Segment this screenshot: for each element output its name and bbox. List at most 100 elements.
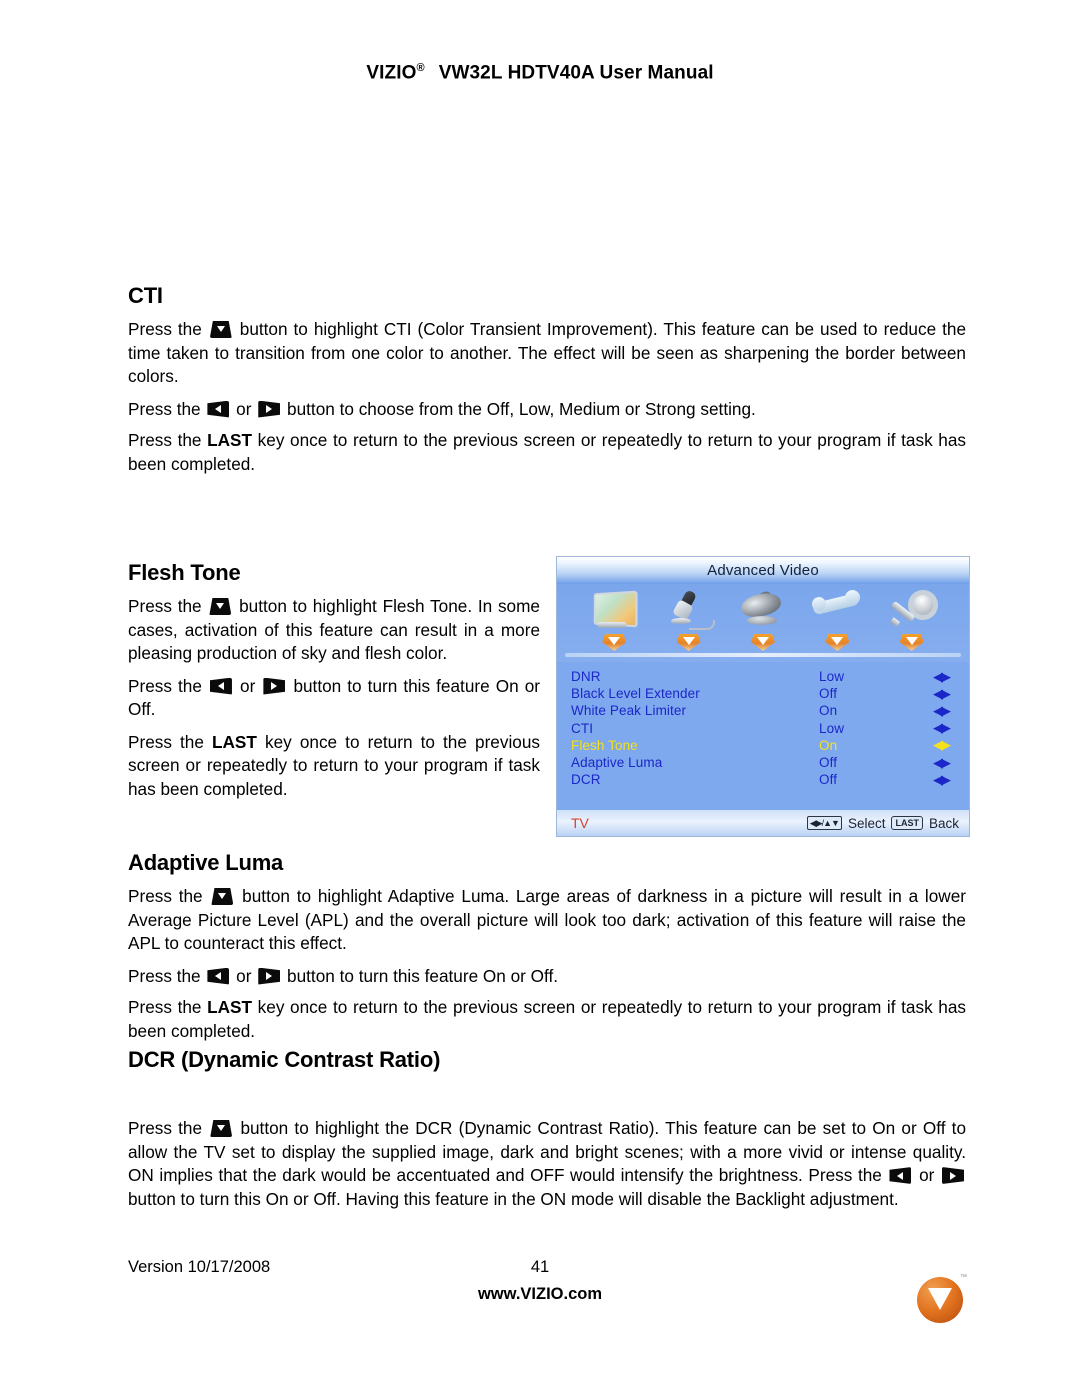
section-dcr: DCR (Dynamic Contrast Ratio) Press the b…: [128, 1047, 966, 1211]
osd-screenshot: Advanced Video DNR Low ◀▶ Black Level Ex…: [556, 556, 970, 837]
osd-row-label: DCR: [571, 772, 601, 788]
dcr-p1-pre: Press the: [128, 1118, 203, 1138]
wrench-icon[interactable]: [809, 588, 865, 636]
right-button-icon: [263, 677, 286, 695]
microphone-icon[interactable]: [661, 588, 717, 636]
dpad-glyph-icon: ◀▶/▲▼: [806, 816, 842, 830]
flesh-paragraph-2: Press the or button to turn this feature…: [128, 675, 540, 722]
tv-icon[interactable]: [586, 588, 642, 636]
luma-p2-mid: or: [236, 965, 252, 986]
left-right-arrow-icon[interactable]: ◀▶: [919, 737, 955, 753]
left-button-icon: [209, 677, 232, 695]
osd-row-flesh-tone[interactable]: Flesh Tone On ◀▶: [571, 737, 955, 754]
flesh-paragraph-3: Press the LAST key once to return to the…: [128, 731, 540, 802]
flesh-p3-pre: Press the: [128, 731, 204, 752]
luma-p3-post: key once to return to the previous scree…: [128, 997, 967, 1041]
right-button-icon: [941, 1167, 964, 1184]
left-right-arrow-icon[interactable]: ◀▶: [919, 703, 955, 719]
dcr-p1-mid2: or: [919, 1165, 935, 1185]
down-button-icon: [209, 321, 232, 338]
luma-p1-post: button to highlight Adaptive Luma. Large…: [128, 886, 966, 953]
vizio-v-icon: [928, 1288, 952, 1310]
flesh-p1-pre: Press the: [128, 596, 202, 616]
flesh-p2-mid: or: [240, 675, 256, 696]
osd-divider: [565, 653, 961, 657]
vizio-badge-icon: [602, 634, 627, 651]
last-key-label: LAST: [207, 997, 253, 1017]
left-right-arrow-icon[interactable]: ◀▶: [919, 772, 955, 788]
osd-row-label: CTI: [571, 720, 594, 736]
section-adaptive-luma: Adaptive Luma Press the button to highli…: [128, 850, 966, 1043]
cti-p2-post: button to choose from the Off, Low, Medi…: [287, 398, 756, 419]
osd-input-source: TV: [571, 815, 589, 831]
left-right-arrow-icon[interactable]: ◀▶: [919, 720, 955, 736]
cti-paragraph-1: Press the button to highlight CTI (Color…: [128, 318, 966, 389]
osd-row-black-level-extender[interactable]: Black Level Extender Off ◀▶: [571, 685, 955, 702]
vizio-badge-icon: [750, 634, 775, 651]
heading-adaptive-luma: Adaptive Luma: [128, 850, 284, 875]
last-key-label: LAST: [212, 731, 257, 752]
osd-title: Advanced Video: [557, 557, 969, 584]
page-header: VIZIO® VW32L HDTV40A User Manual: [0, 62, 1080, 84]
vizio-badge-icon: [676, 634, 701, 651]
section-cti: CTI Press the button to highlight CTI (C…: [128, 283, 966, 476]
last-key-glyph-icon: LAST: [891, 816, 923, 830]
osd-row-value: Off: [819, 686, 838, 702]
key-icon[interactable]: [884, 585, 942, 636]
dcr-paragraph-1: Press the button to highlight the DCR (D…: [128, 1117, 966, 1211]
down-button-icon: [211, 888, 234, 905]
osd-row-value: On: [819, 737, 838, 753]
cti-p2-pre: Press the: [128, 398, 201, 419]
luma-paragraph-3: Press the LAST key once to return to the…: [128, 996, 966, 1043]
osd-row-value: On: [819, 703, 838, 719]
cti-p3-post: key once to return to the previous scree…: [128, 430, 967, 474]
cti-paragraph-2: Press the or button to choose from the O…: [128, 398, 966, 422]
luma-p2-pre: Press the: [128, 965, 201, 986]
luma-paragraph-1: Press the button to highlight Adaptive L…: [128, 885, 966, 956]
osd-row-white-peak-limiter[interactable]: White Peak Limiter On ◀▶: [571, 702, 955, 719]
registered-mark: ®: [416, 62, 425, 74]
cti-paragraph-3: Press the LAST key once to return to the…: [128, 429, 966, 476]
osd-row-label: Adaptive Luma: [571, 755, 663, 771]
luma-p2-post: button to turn this feature On or Off.: [287, 965, 559, 986]
osd-select-label: Select: [847, 815, 886, 831]
down-button-icon: [210, 1120, 233, 1137]
heading-cti: CTI: [128, 283, 163, 308]
section-flesh-tone: Flesh Tone Press the button to highlight…: [128, 560, 540, 801]
heading-dcr: DCR (Dynamic Contrast Ratio): [128, 1047, 441, 1072]
left-right-arrow-icon[interactable]: ◀▶: [919, 669, 955, 685]
left-button-icon: [207, 967, 230, 985]
osd-row-adaptive-luma[interactable]: Adaptive Luma Off ◀▶: [571, 754, 955, 771]
vizio-badge-icon: [899, 634, 924, 651]
flesh-p2-pre: Press the: [128, 675, 202, 696]
osd-footer-bar: TV ◀▶/▲▼ Select LAST Back: [557, 810, 969, 836]
down-button-icon: [209, 598, 232, 615]
cti-p1-post: button to highlight CTI (Color Transient…: [128, 319, 967, 386]
cti-p1-pre: Press the: [128, 319, 202, 339]
right-button-icon: [258, 400, 281, 418]
luma-p3-pre: Press the: [128, 997, 202, 1017]
dcr-p1-mid1: button to highlight the DCR (Dynamic Con…: [128, 1118, 967, 1185]
left-button-icon: [207, 400, 230, 418]
manual-title: VW32L HDTV40A User Manual: [438, 62, 714, 84]
osd-icon-row: [557, 584, 969, 662]
left-right-arrow-icon[interactable]: ◀▶: [919, 755, 955, 771]
osd-row-dnr[interactable]: DNR Low ◀▶: [571, 668, 955, 685]
heading-flesh-tone: Flesh Tone: [128, 560, 241, 585]
left-right-arrow-icon[interactable]: ◀▶: [919, 686, 955, 702]
luma-p1-pre: Press the: [128, 886, 203, 906]
vizio-badge-icon: [825, 634, 850, 651]
osd-menu-list: DNR Low ◀▶ Black Level Extender Off ◀▶ W…: [557, 662, 969, 790]
osd-row-label: DNR: [571, 669, 601, 685]
osd-row-value: Off: [819, 755, 838, 771]
osd-row-cti[interactable]: CTI Low ◀▶: [571, 720, 955, 737]
luma-paragraph-2: Press the or button to turn this feature…: [128, 965, 966, 989]
osd-badge-row: [557, 634, 969, 651]
left-button-icon: [889, 1167, 912, 1184]
osd-row-dcr[interactable]: DCR Off ◀▶: [571, 771, 955, 788]
footer-page-number: 41: [530, 1258, 550, 1276]
osd-row-value: Low: [819, 720, 845, 736]
vizio-logo: ™: [917, 1274, 967, 1323]
trademark-mark: ™: [960, 1274, 967, 1281]
satellite-dish-icon[interactable]: [735, 588, 791, 636]
